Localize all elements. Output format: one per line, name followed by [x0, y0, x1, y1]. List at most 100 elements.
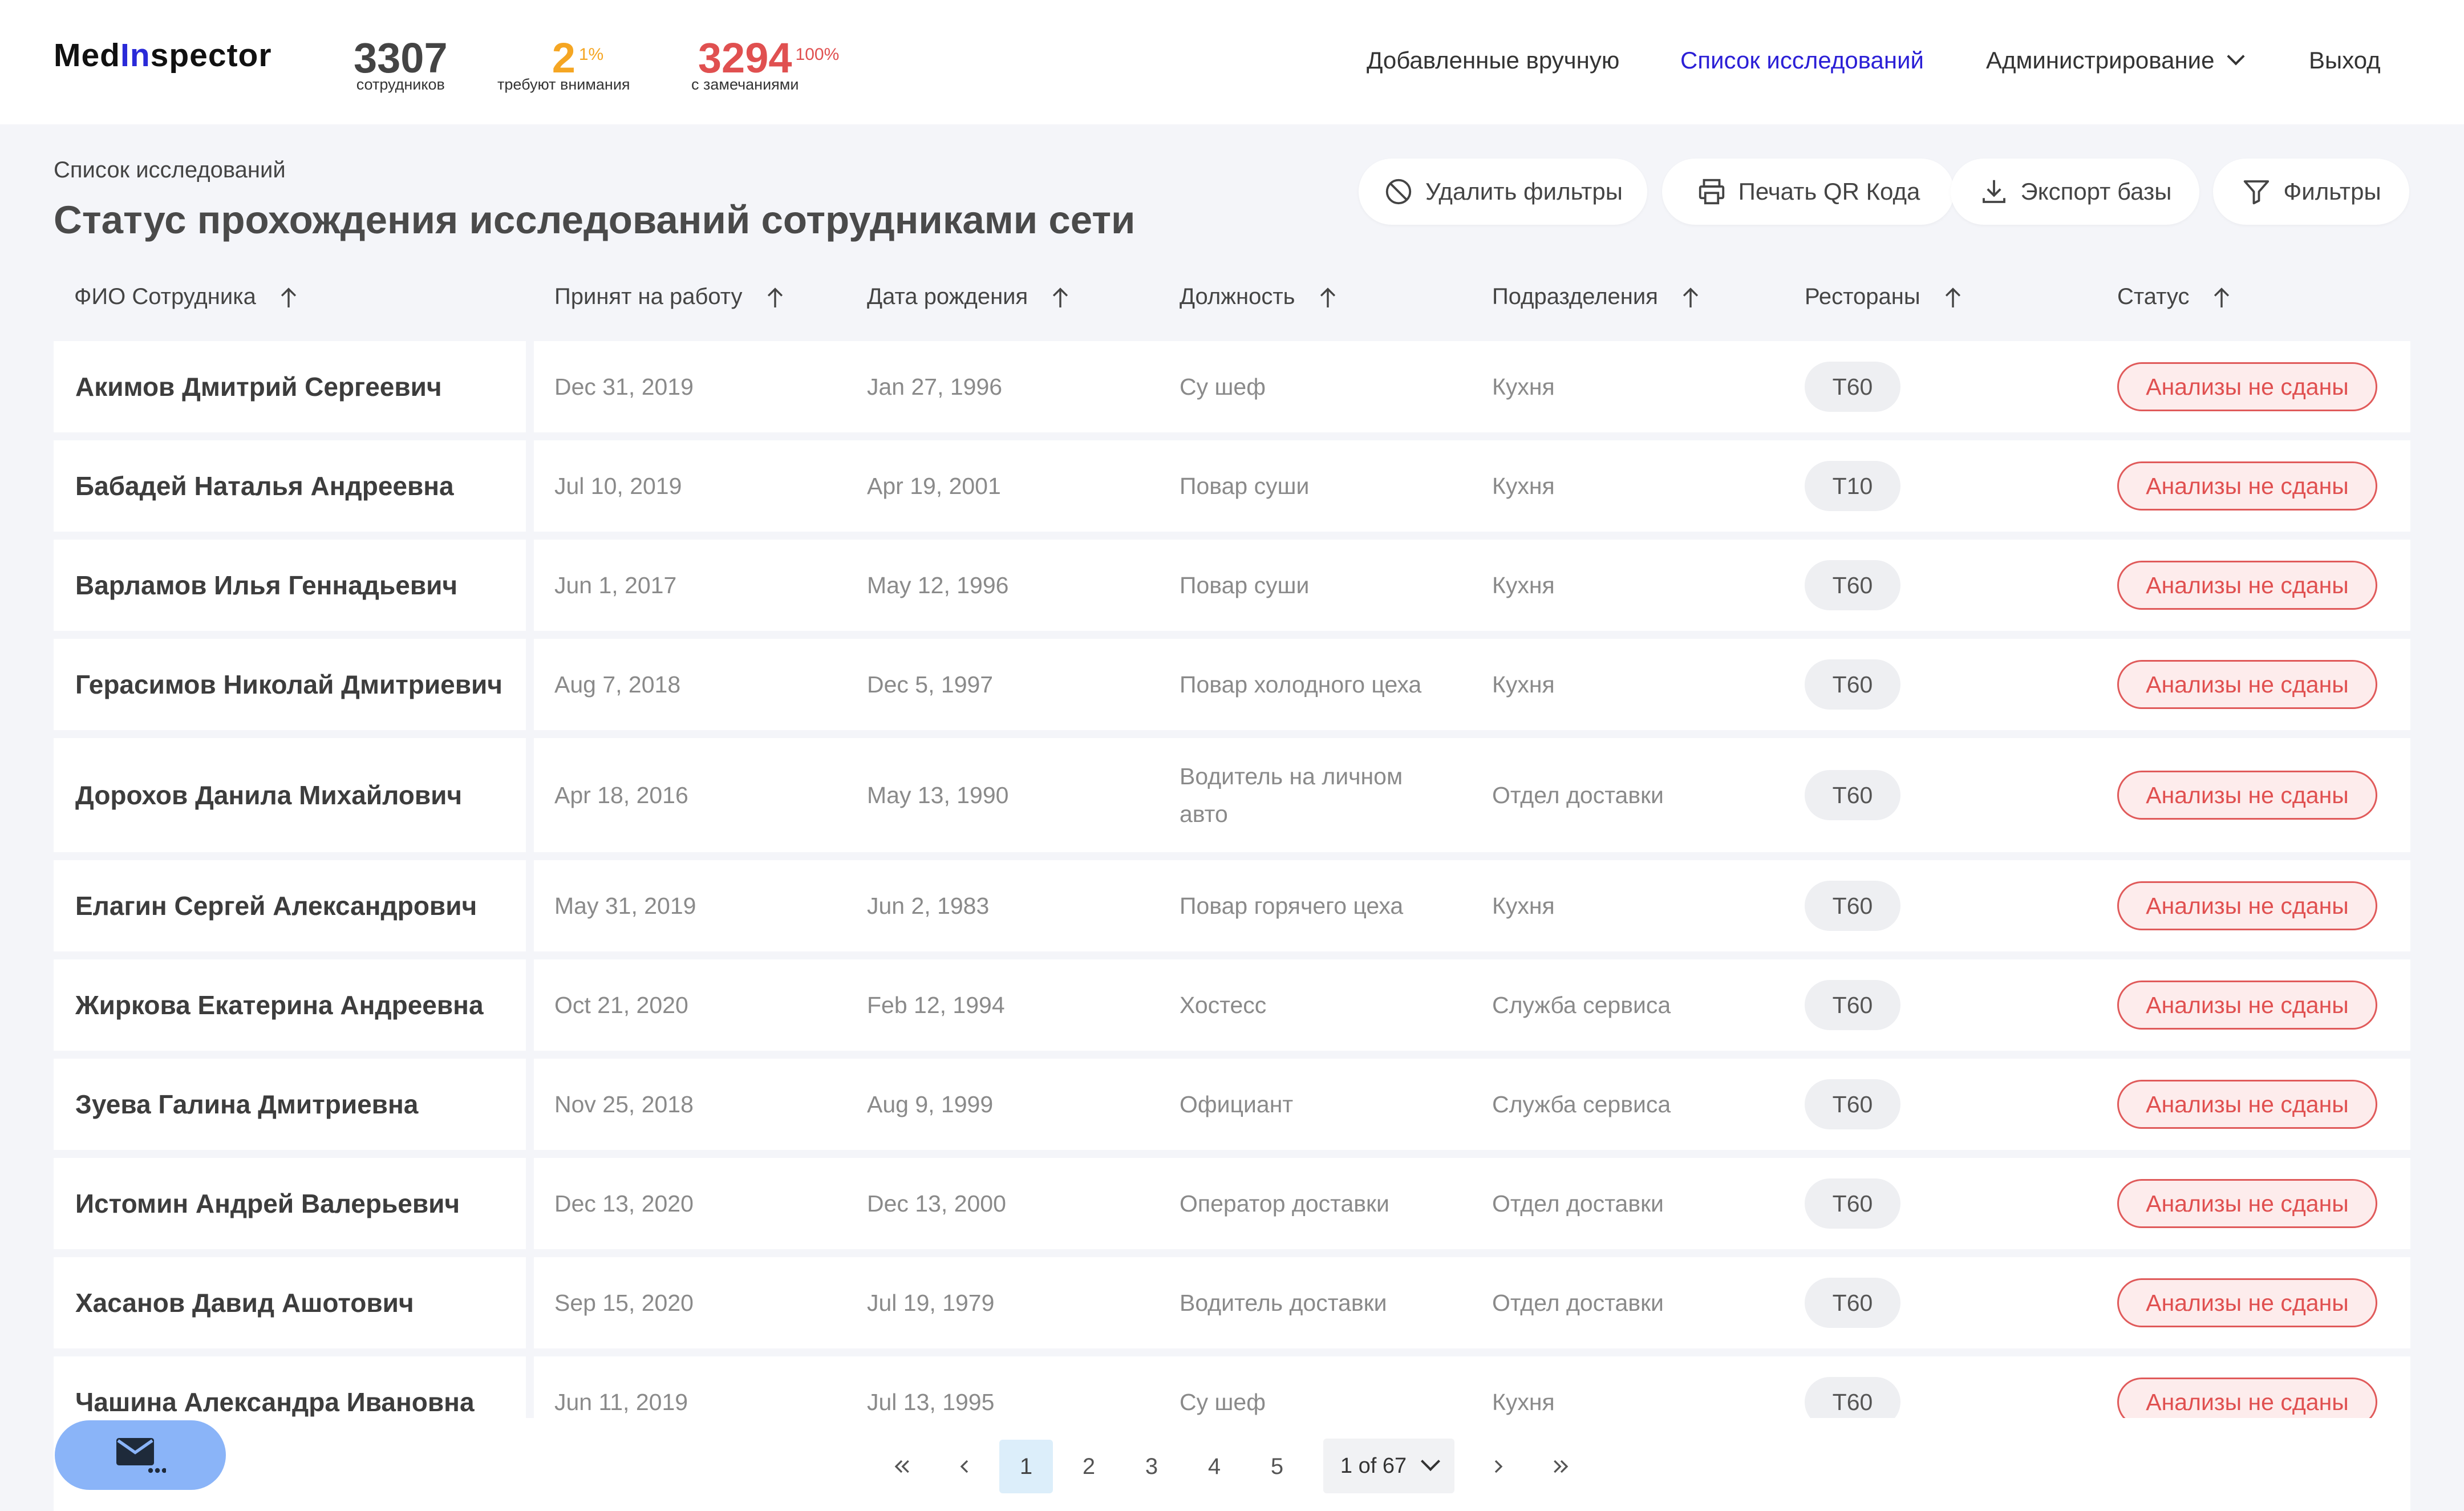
column-header-department[interactable]: Подразделения: [1492, 284, 1700, 310]
table-row[interactable]: Варламов Илья Геннадьевич Jun 1, 2017 Ma…: [54, 540, 2410, 631]
table-row[interactable]: Зуева Галина Дмитриевна Nov 25, 2018 Aug…: [54, 1059, 2410, 1150]
page-select[interactable]: 1 of 67: [1323, 1439, 1454, 1493]
page-button-3[interactable]: 3: [1125, 1440, 1178, 1493]
department: Кухня: [1492, 374, 1555, 400]
column-header-hired[interactable]: Принят на работу: [554, 284, 785, 310]
table-row[interactable]: Бабадей Наталья Андреевна Jul 10, 2019 A…: [54, 440, 2410, 532]
restaurant-badge: Т60: [1805, 362, 1900, 412]
birth-date: Dec 5, 1997: [867, 671, 994, 698]
position-line: авто: [1180, 801, 1228, 827]
nav-admin[interactable]: Администрирование: [1986, 47, 2245, 74]
employee-name[interactable]: Герасимов Николай Дмитриевич: [75, 669, 502, 700]
employee-name[interactable]: Бабадей Наталья Андреевна: [75, 471, 454, 501]
arrow-up-icon: [1053, 287, 1068, 308]
table-row[interactable]: Герасимов Николай Дмитриевич Aug 7, 2018…: [54, 639, 2410, 730]
birth-date: Feb 12, 1994: [867, 992, 1005, 1018]
status-badge[interactable]: Анализы не сданы: [2117, 1080, 2377, 1129]
status-badge[interactable]: Анализы не сданы: [2117, 771, 2377, 820]
employee-name[interactable]: Акимов Дмитрий Сергеевич: [75, 371, 442, 402]
page-button-5[interactable]: 5: [1250, 1440, 1304, 1493]
table-row[interactable]: Акимов Дмитрий Сергеевич Dec 31, 2019 Ja…: [54, 341, 2410, 432]
birth-date: Apr 19, 2001: [867, 473, 1001, 499]
next-page-button[interactable]: [1472, 1440, 1525, 1493]
hired-date: Jun 1, 2017: [554, 572, 677, 598]
page-button-1[interactable]: 1: [999, 1440, 1053, 1493]
position: Хостесс: [1180, 992, 1267, 1018]
stat-attention: 2 1% требуют внимания: [497, 34, 630, 93]
employee-name[interactable]: Елагин Сергей Александрович: [75, 890, 477, 921]
employee-name[interactable]: Жиркова Екатерина Андреевна: [75, 990, 484, 1020]
table-row[interactable]: Хасанов Давид Ашотович Sep 15, 2020 Jul …: [54, 1257, 2410, 1348]
employee-name[interactable]: Зуева Галина Дмитриевна: [75, 1089, 418, 1120]
stat-value: 2: [552, 34, 576, 82]
employee-name[interactable]: Дорохов Данила Михайлович: [75, 780, 462, 811]
column-header-position[interactable]: Должность: [1180, 284, 1338, 310]
status-badge[interactable]: Анализы не сданы: [2117, 660, 2377, 709]
chevron-down-icon: [1421, 1452, 1441, 1471]
name-cell: Елагин Сергей Александрович: [54, 860, 526, 951]
status-badge[interactable]: Анализы не сданы: [2117, 881, 2377, 930]
logo[interactable]: MedInspector: [54, 37, 272, 74]
last-page-button[interactable]: [1534, 1440, 1588, 1493]
restaurant-badge: Т10: [1805, 461, 1900, 511]
table-row[interactable]: Елагин Сергей Александрович May 31, 2019…: [54, 860, 2410, 951]
position: Су шеф: [1180, 374, 1266, 400]
column-header-restaurant[interactable]: Рестораны: [1805, 284, 1963, 310]
position: Водитель доставки: [1180, 1290, 1387, 1316]
birth-date: Aug 9, 1999: [867, 1091, 994, 1117]
employee-name[interactable]: Хасанов Давид Ашотович: [75, 1287, 414, 1318]
page-button-2[interactable]: 2: [1062, 1440, 1116, 1493]
column-header-name[interactable]: ФИО Сотрудника: [74, 284, 298, 310]
column-header-birth[interactable]: Дата рождения: [867, 284, 1070, 310]
double-chevron-left-icon: [894, 1460, 909, 1473]
prev-page-button[interactable]: [938, 1440, 991, 1493]
name-cell: Герасимов Николай Дмитриевич: [54, 639, 526, 730]
birth-date: Jul 19, 1979: [867, 1290, 995, 1316]
print-qr-button[interactable]: Печать QR Кода: [1662, 159, 1954, 225]
employee-name[interactable]: Варламов Илья Геннадьевич: [75, 570, 457, 601]
column-header-label: Статус: [2117, 284, 2190, 309]
name-cell: Бабадей Наталья Андреевна: [54, 440, 526, 532]
export-label: Экспорт базы: [2020, 178, 2172, 205]
row-details: Aug 7, 2018 Dec 5, 1997 Повар холодного …: [534, 639, 2410, 730]
clear-filters-button[interactable]: Удалить фильтры: [1359, 159, 1647, 225]
department: Служба сервиса: [1492, 1091, 1671, 1117]
department: Отдел доставки: [1492, 1190, 1664, 1217]
stat-value: 3307: [354, 34, 448, 82]
row-details: Dec 31, 2019 Jan 27, 1996 Су шеф Кухня Т…: [534, 341, 2410, 432]
table-row[interactable]: Жиркова Екатерина Андреевна Oct 21, 2020…: [54, 959, 2410, 1051]
ban-icon: [1385, 179, 1412, 205]
stat-remarks: 3294 100% с замечаниями: [691, 35, 839, 93]
status-badge[interactable]: Анализы не сданы: [2117, 1179, 2377, 1228]
position: Водитель на личном авто: [1180, 757, 1403, 833]
table-row[interactable]: Истомин Андрей Валерьевич Dec 13, 2020 D…: [54, 1158, 2410, 1249]
status-badge[interactable]: Анализы не сданы: [2117, 561, 2377, 610]
birth-date: May 13, 1990: [867, 782, 1009, 808]
department: Кухня: [1492, 671, 1555, 698]
nav-logout[interactable]: Выход: [2309, 47, 2381, 74]
first-page-button[interactable]: [875, 1440, 929, 1493]
status-badge[interactable]: Анализы не сданы: [2117, 981, 2377, 1030]
table-row[interactable]: Дорохов Данила Михайлович Apr 18, 2016 M…: [54, 738, 2410, 852]
birth-date: Jun 2, 1983: [867, 893, 990, 919]
arrow-up-icon: [1320, 287, 1335, 308]
row-details: Dec 13, 2020 Dec 13, 2000 Оператор доста…: [534, 1158, 2410, 1249]
status-badge[interactable]: Анализы не сданы: [2117, 362, 2377, 411]
position: Повар суши: [1180, 473, 1310, 499]
page-button-4[interactable]: 4: [1188, 1440, 1241, 1493]
stat-percent: 100%: [795, 45, 840, 64]
status-badge[interactable]: Анализы не сданы: [2117, 1278, 2377, 1327]
employee-name[interactable]: Чашина Александра Ивановна: [75, 1387, 475, 1417]
export-button[interactable]: Экспорт базы: [1951, 159, 2199, 225]
funnel-icon: [2244, 180, 2270, 205]
employee-name[interactable]: Истомин Андрей Валерьевич: [75, 1188, 460, 1219]
department: Кухня: [1492, 893, 1555, 919]
status-badge[interactable]: Анализы не сданы: [2117, 461, 2377, 511]
column-header-status[interactable]: Статус: [2117, 284, 2231, 310]
filters-button[interactable]: Фильтры: [2213, 159, 2409, 225]
arrow-up-icon: [1683, 287, 1699, 308]
messages-button[interactable]: [55, 1420, 226, 1490]
hired-date: Apr 18, 2016: [554, 782, 688, 808]
nav-manual[interactable]: Добавленные вручную: [1367, 47, 1619, 74]
nav-studies-list[interactable]: Список исследований: [1680, 47, 1924, 74]
